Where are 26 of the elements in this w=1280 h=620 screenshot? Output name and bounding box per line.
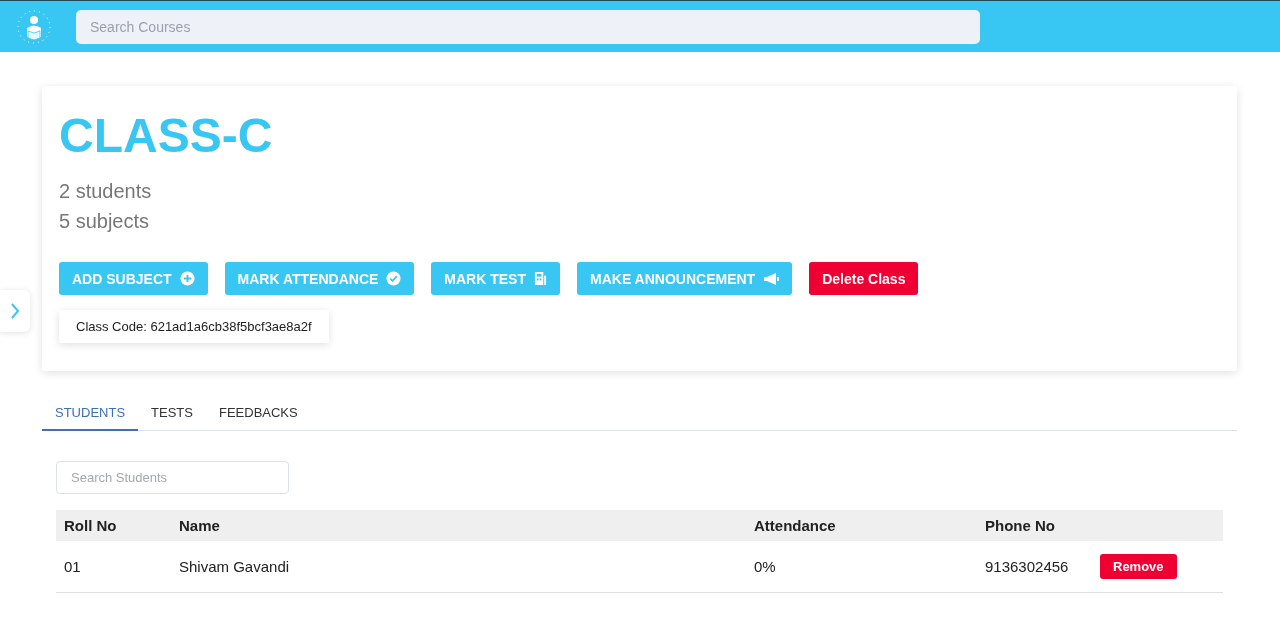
table-cell-text: 01	[63, 558, 82, 575]
delete-button[interactable]: Delete Class	[809, 262, 919, 295]
megaphone-icon	[763, 271, 780, 286]
check-circle-icon	[386, 271, 402, 286]
chevron-right-icon	[10, 303, 20, 319]
column-header: Name	[178, 517, 221, 534]
table-cell-text: Shivam Gavandi	[178, 558, 291, 575]
table-cell-text: 0%	[753, 558, 777, 575]
column-header: Phone No	[984, 517, 1056, 534]
plus-circle-icon	[179, 271, 195, 286]
tab[interactable]: FEEDBACKS	[205, 395, 311, 431]
search-field[interactable]: Search Courses	[76, 9, 980, 44]
student-count: 2 students	[59, 179, 153, 204]
tab[interactable]: TESTS	[138, 395, 206, 431]
column-header: Attendance	[753, 517, 837, 534]
class-code: Class Code: 621ad1a6cb38f5bcf3ae8a2f	[59, 310, 329, 343]
table-cell-text: 9136302456	[984, 558, 1070, 575]
sidebar-toggle[interactable]	[0, 290, 30, 332]
student-search-field[interactable]: Search Students	[56, 461, 289, 494]
tab[interactable]: STUDENTS	[42, 395, 139, 431]
reader-logo-icon[interactable]	[16, 8, 52, 45]
column-header: Roll No	[63, 517, 118, 534]
document-icon	[534, 271, 547, 286]
class-title: CLASS-C	[59, 108, 274, 164]
remove-button[interactable]: Remove	[1100, 554, 1177, 579]
subject-count: 5 subjects	[59, 209, 151, 234]
